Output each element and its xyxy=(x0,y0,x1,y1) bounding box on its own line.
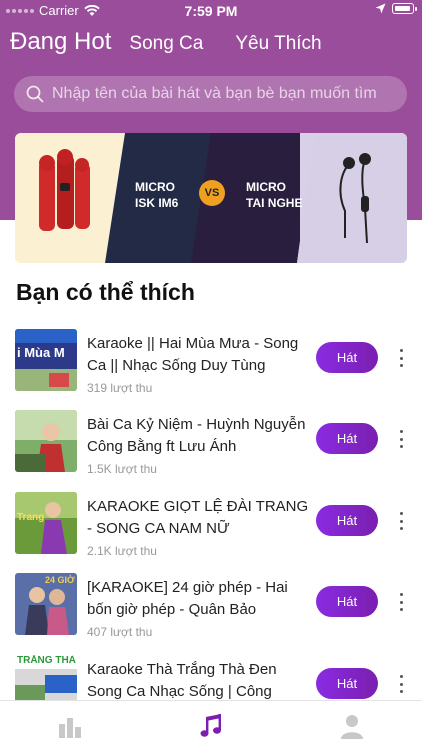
more-options-icon[interactable] xyxy=(396,593,406,611)
top-tabs: Đang Hot Song Ca Yêu Thích xyxy=(10,28,322,56)
song-thumbnail: Trang xyxy=(15,492,77,554)
song-plays: 319 lượt thu xyxy=(87,381,153,395)
chart-icon[interactable] xyxy=(57,713,83,739)
list-item[interactable]: 24 GIỜ [KARAOKE] 24 giờ phép - Hai bốn g… xyxy=(0,573,422,655)
tab-duet[interactable]: Song Ca xyxy=(129,33,203,55)
sing-button[interactable]: Hát xyxy=(316,505,378,536)
thumbnail-caption: TRẮNG THÀ xyxy=(17,655,76,666)
sing-button[interactable]: Hát xyxy=(316,586,378,617)
list-item[interactable]: i Mùa M Karaoke || Hai Mùa Mưa - Song Ca… xyxy=(0,329,422,411)
status-bar: Carrier 7:59 PM xyxy=(0,0,422,22)
promo-banner[interactable]: MICRO ISK IM6 VS MICRO TAI NGHE xyxy=(15,133,407,263)
tab-hot[interactable]: Đang Hot xyxy=(10,28,111,56)
thumbnail-caption: i Mùa M xyxy=(17,345,65,360)
vs-badge: VS xyxy=(199,180,225,206)
song-title: [KARAOKE] 24 giờ phép - Hai bốn giờ phép… xyxy=(87,579,288,618)
thumbnail-caption: Trang xyxy=(17,512,45,523)
profile-icon[interactable] xyxy=(339,713,365,739)
song-thumbnail: 24 GIỜ xyxy=(15,573,77,635)
microphone-illustration xyxy=(39,149,90,231)
song-plays: 407 lượt thu xyxy=(87,625,153,639)
more-options-icon[interactable] xyxy=(396,430,406,448)
location-icon xyxy=(375,3,386,14)
search-input[interactable] xyxy=(52,85,392,103)
sing-button[interactable]: Hát xyxy=(316,342,378,373)
search-icon xyxy=(26,85,44,103)
battery-icon xyxy=(392,3,417,14)
banner-right-text: MICRO TAI NGHE xyxy=(246,180,303,210)
tab-favorites[interactable]: Yêu Thích xyxy=(235,33,321,55)
song-plays: 2.1K lượt thu xyxy=(87,544,157,558)
list-item[interactable]: Trang KARAOKE GIỌT LỆ ĐÀI TRANG - SONG C… xyxy=(0,492,422,574)
more-options-icon[interactable] xyxy=(396,675,406,693)
song-title: KARAOKE GIỌT LỆ ĐÀI TRANG - SONG CA NAM … xyxy=(87,498,309,537)
list-item[interactable]: Bài Ca Kỷ Niệm - Huỳnh Nguyễn Công Bằng … xyxy=(0,410,422,492)
app-screen: Carrier 7:59 PM Đang Hot Song Ca Yêu Thí… xyxy=(0,0,422,750)
search-bar[interactable] xyxy=(14,76,407,112)
banner-left-text: MICRO ISK IM6 xyxy=(135,180,179,210)
sing-button[interactable]: Hát xyxy=(316,423,378,454)
song-title: Karaoke || Hai Mùa Mưa - Song Ca || Nhạc… xyxy=(87,335,299,374)
thumbnail-caption: 24 GIỜ xyxy=(45,575,75,585)
music-note-icon[interactable] xyxy=(198,713,224,739)
song-title: Karaoke Thà Trắng Thà Đen Song Ca Nhạc S… xyxy=(87,661,277,700)
more-options-icon[interactable] xyxy=(396,349,406,367)
song-plays: 1.5K lượt thu xyxy=(87,462,157,476)
more-options-icon[interactable] xyxy=(396,512,406,530)
song-title: Bài Ca Kỷ Niệm - Huỳnh Nguyễn Công Bằng … xyxy=(87,416,306,455)
bottom-nav xyxy=(0,700,422,750)
section-title: Bạn có thể thích xyxy=(16,279,195,305)
song-thumbnail: i Mùa M xyxy=(15,329,77,391)
status-right xyxy=(375,3,417,14)
status-time: 7:59 PM xyxy=(184,3,238,19)
song-thumbnail xyxy=(15,410,77,472)
sing-button[interactable]: Hát xyxy=(316,668,378,699)
